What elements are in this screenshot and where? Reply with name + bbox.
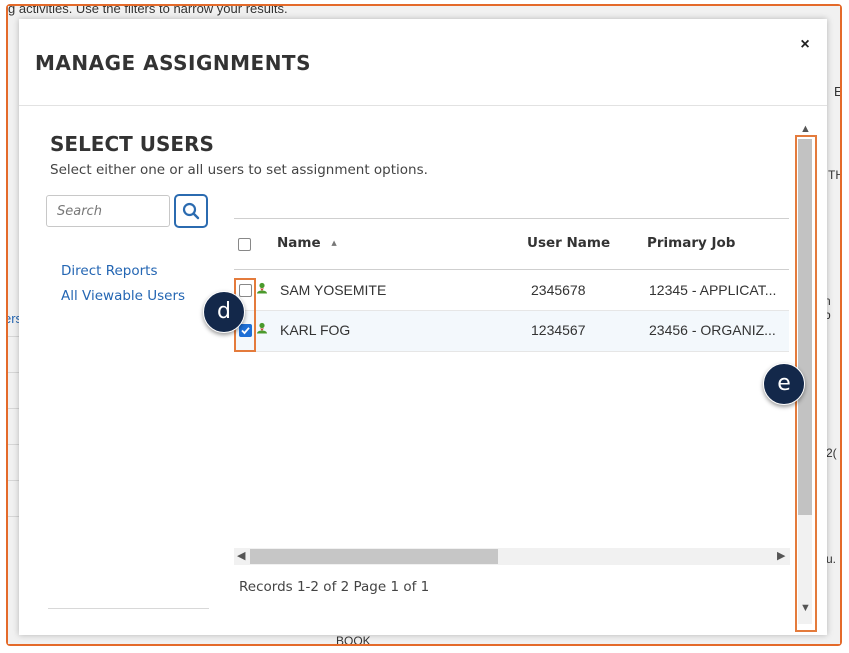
column-header-name[interactable]: Name ▲	[277, 235, 337, 251]
row-primary-job: 23456 - ORGANIZ...	[649, 322, 776, 338]
user-icon	[257, 282, 267, 294]
row-divider	[234, 351, 789, 352]
row-primary-job: 12345 - APPLICAT...	[649, 282, 777, 298]
row-user-name: 1234567	[531, 322, 586, 338]
grid-top-border	[234, 218, 789, 219]
background-right-text-2: TH	[828, 168, 840, 182]
select-all-checkbox[interactable]	[238, 238, 251, 251]
background-right-text-1: E	[834, 84, 840, 99]
manage-assignments-modal: MANAGE ASSIGNMENTS × SELECT USERS Select…	[19, 19, 827, 635]
section-title: SELECT USERS	[50, 132, 214, 156]
search-input[interactable]	[46, 195, 170, 227]
nav-all-viewable-users[interactable]: All Viewable Users	[61, 288, 185, 304]
modal-title: MANAGE ASSIGNMENTS	[35, 51, 311, 75]
horizontal-scrollbar-thumb[interactable]	[250, 549, 498, 564]
grid-header-border	[234, 269, 789, 270]
horizontal-scrollbar[interactable]: ◀ ▶	[234, 548, 790, 565]
user-icon	[257, 322, 267, 334]
callout-e: e	[763, 363, 805, 405]
nav-direct-reports[interactable]: Direct Reports	[61, 263, 158, 279]
background-right-text-4: 2(	[826, 446, 837, 460]
section-subtitle: Select either one or all users to set as…	[50, 162, 428, 178]
close-icon: ×	[800, 36, 810, 53]
close-button[interactable]: ×	[795, 35, 815, 55]
search-button[interactable]	[174, 194, 208, 228]
background-top-text: g activities. Use the filters to narrow …	[8, 6, 288, 16]
row-user-name: 2345678	[531, 282, 586, 298]
background-bottom-text: BOOK	[336, 634, 371, 644]
search-icon	[182, 202, 200, 220]
scroll-right-icon[interactable]: ▶	[777, 548, 785, 565]
column-header-user-name[interactable]: User Name	[527, 235, 610, 251]
background-right-text-5: u.	[826, 552, 837, 566]
sort-ascending-icon: ▲	[331, 239, 337, 247]
header-divider	[19, 105, 827, 106]
left-divider	[48, 608, 209, 609]
records-summary: Records 1-2 of 2 Page 1 of 1	[239, 579, 430, 595]
row-name: SAM YOSEMITE	[280, 282, 387, 298]
callout-d: d	[203, 291, 245, 333]
column-header-primary-job[interactable]: Primary Job	[647, 235, 735, 251]
column-header-name-label: Name	[277, 235, 321, 251]
row-name: KARL FOG	[280, 322, 351, 338]
scroll-left-icon[interactable]: ◀	[237, 548, 245, 565]
